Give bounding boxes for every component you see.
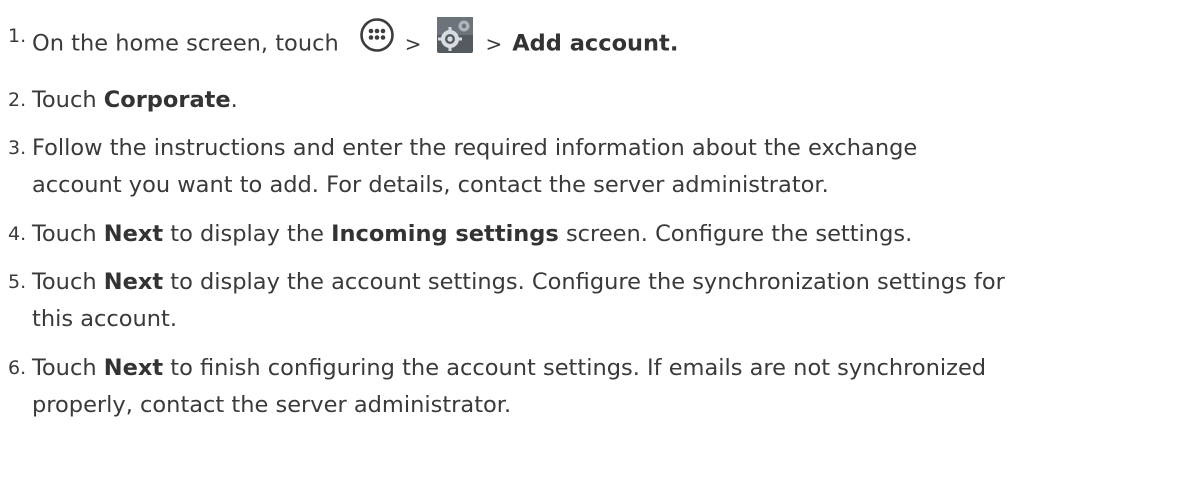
step-6-text-b: to finish configuring the account settin… [163, 354, 987, 381]
step-text: Touch Next to display the account settin… [32, 264, 1194, 338]
add-account-label: Add account. [512, 30, 679, 57]
step-2-text-b: . [230, 86, 238, 113]
instruction-steps: 1. On the home screen, touch > > Add accoun… [8, 15, 1194, 435]
step-2: 2. Touch Corporate. [8, 82, 1194, 119]
incoming-settings-label: Incoming settings [331, 220, 559, 247]
step-number: 4. [8, 222, 27, 245]
step-number: 5. [8, 271, 27, 293]
next-label: Next [103, 354, 164, 381]
step-6-text-a: Touch [32, 354, 104, 381]
step-4-text-b: to display the [163, 220, 332, 247]
step-6-line-2: properly, contact the server administrat… [32, 391, 512, 418]
step-6-line-1: Touch Next to finish configuring the acc… [32, 350, 1194, 387]
step-6: 6. Touch Next to finish configuring the … [8, 350, 1194, 424]
apps-icon [359, 17, 395, 65]
step-text: Touch Corporate. [32, 82, 1194, 119]
next-label: Next [103, 269, 164, 295]
next-label: Next [103, 220, 164, 247]
step-1: 1. On the home screen, touch > > Add accoun… [8, 15, 1194, 70]
step-4-text-a: Touch [32, 220, 104, 247]
separator: > [404, 31, 422, 56]
step-number: 1. [8, 25, 27, 47]
step-5-line-1: Touch Next to display the account settin… [32, 264, 1194, 301]
settings-icon [435, 15, 475, 67]
step-3-line-2: account you want to add. For details, co… [32, 172, 829, 198]
step-text: Touch Next to display the Incoming setti… [32, 216, 1194, 253]
step-4-text-c: screen. Configure the settings. [558, 220, 913, 247]
step-5-text-b: to display the account settings. Configu… [163, 269, 1005, 295]
step-4: 4. Touch Next to display the Incoming se… [8, 216, 1194, 253]
step-text: Follow the instructions and enter the re… [32, 130, 1194, 204]
step-5-text-a: Touch [32, 269, 104, 295]
step-number: 3. [8, 137, 27, 159]
step-5: 5. Touch Next to display the account set… [8, 264, 1194, 338]
step-number: 6. [8, 356, 27, 379]
step-3-line-1: Follow the instructions and enter the re… [32, 135, 918, 161]
separator: > [485, 31, 503, 56]
step-text: On the home screen, touch > > Add account. [32, 15, 1194, 70]
step-5-line-2: this account. [32, 306, 177, 332]
step-number: 2. [8, 88, 27, 111]
corporate-label: Corporate [103, 86, 231, 113]
step-1-text: On the home screen, touch [32, 30, 339, 57]
manual-page: { "steps": [ { "number": "1.", "a": "On … [0, 0, 1198, 480]
step-3: 3. Follow the instructions and enter the… [8, 130, 1194, 204]
step-2-text-a: Touch [32, 86, 104, 113]
step-text: Touch Next to finish configuring the acc… [32, 350, 1194, 424]
